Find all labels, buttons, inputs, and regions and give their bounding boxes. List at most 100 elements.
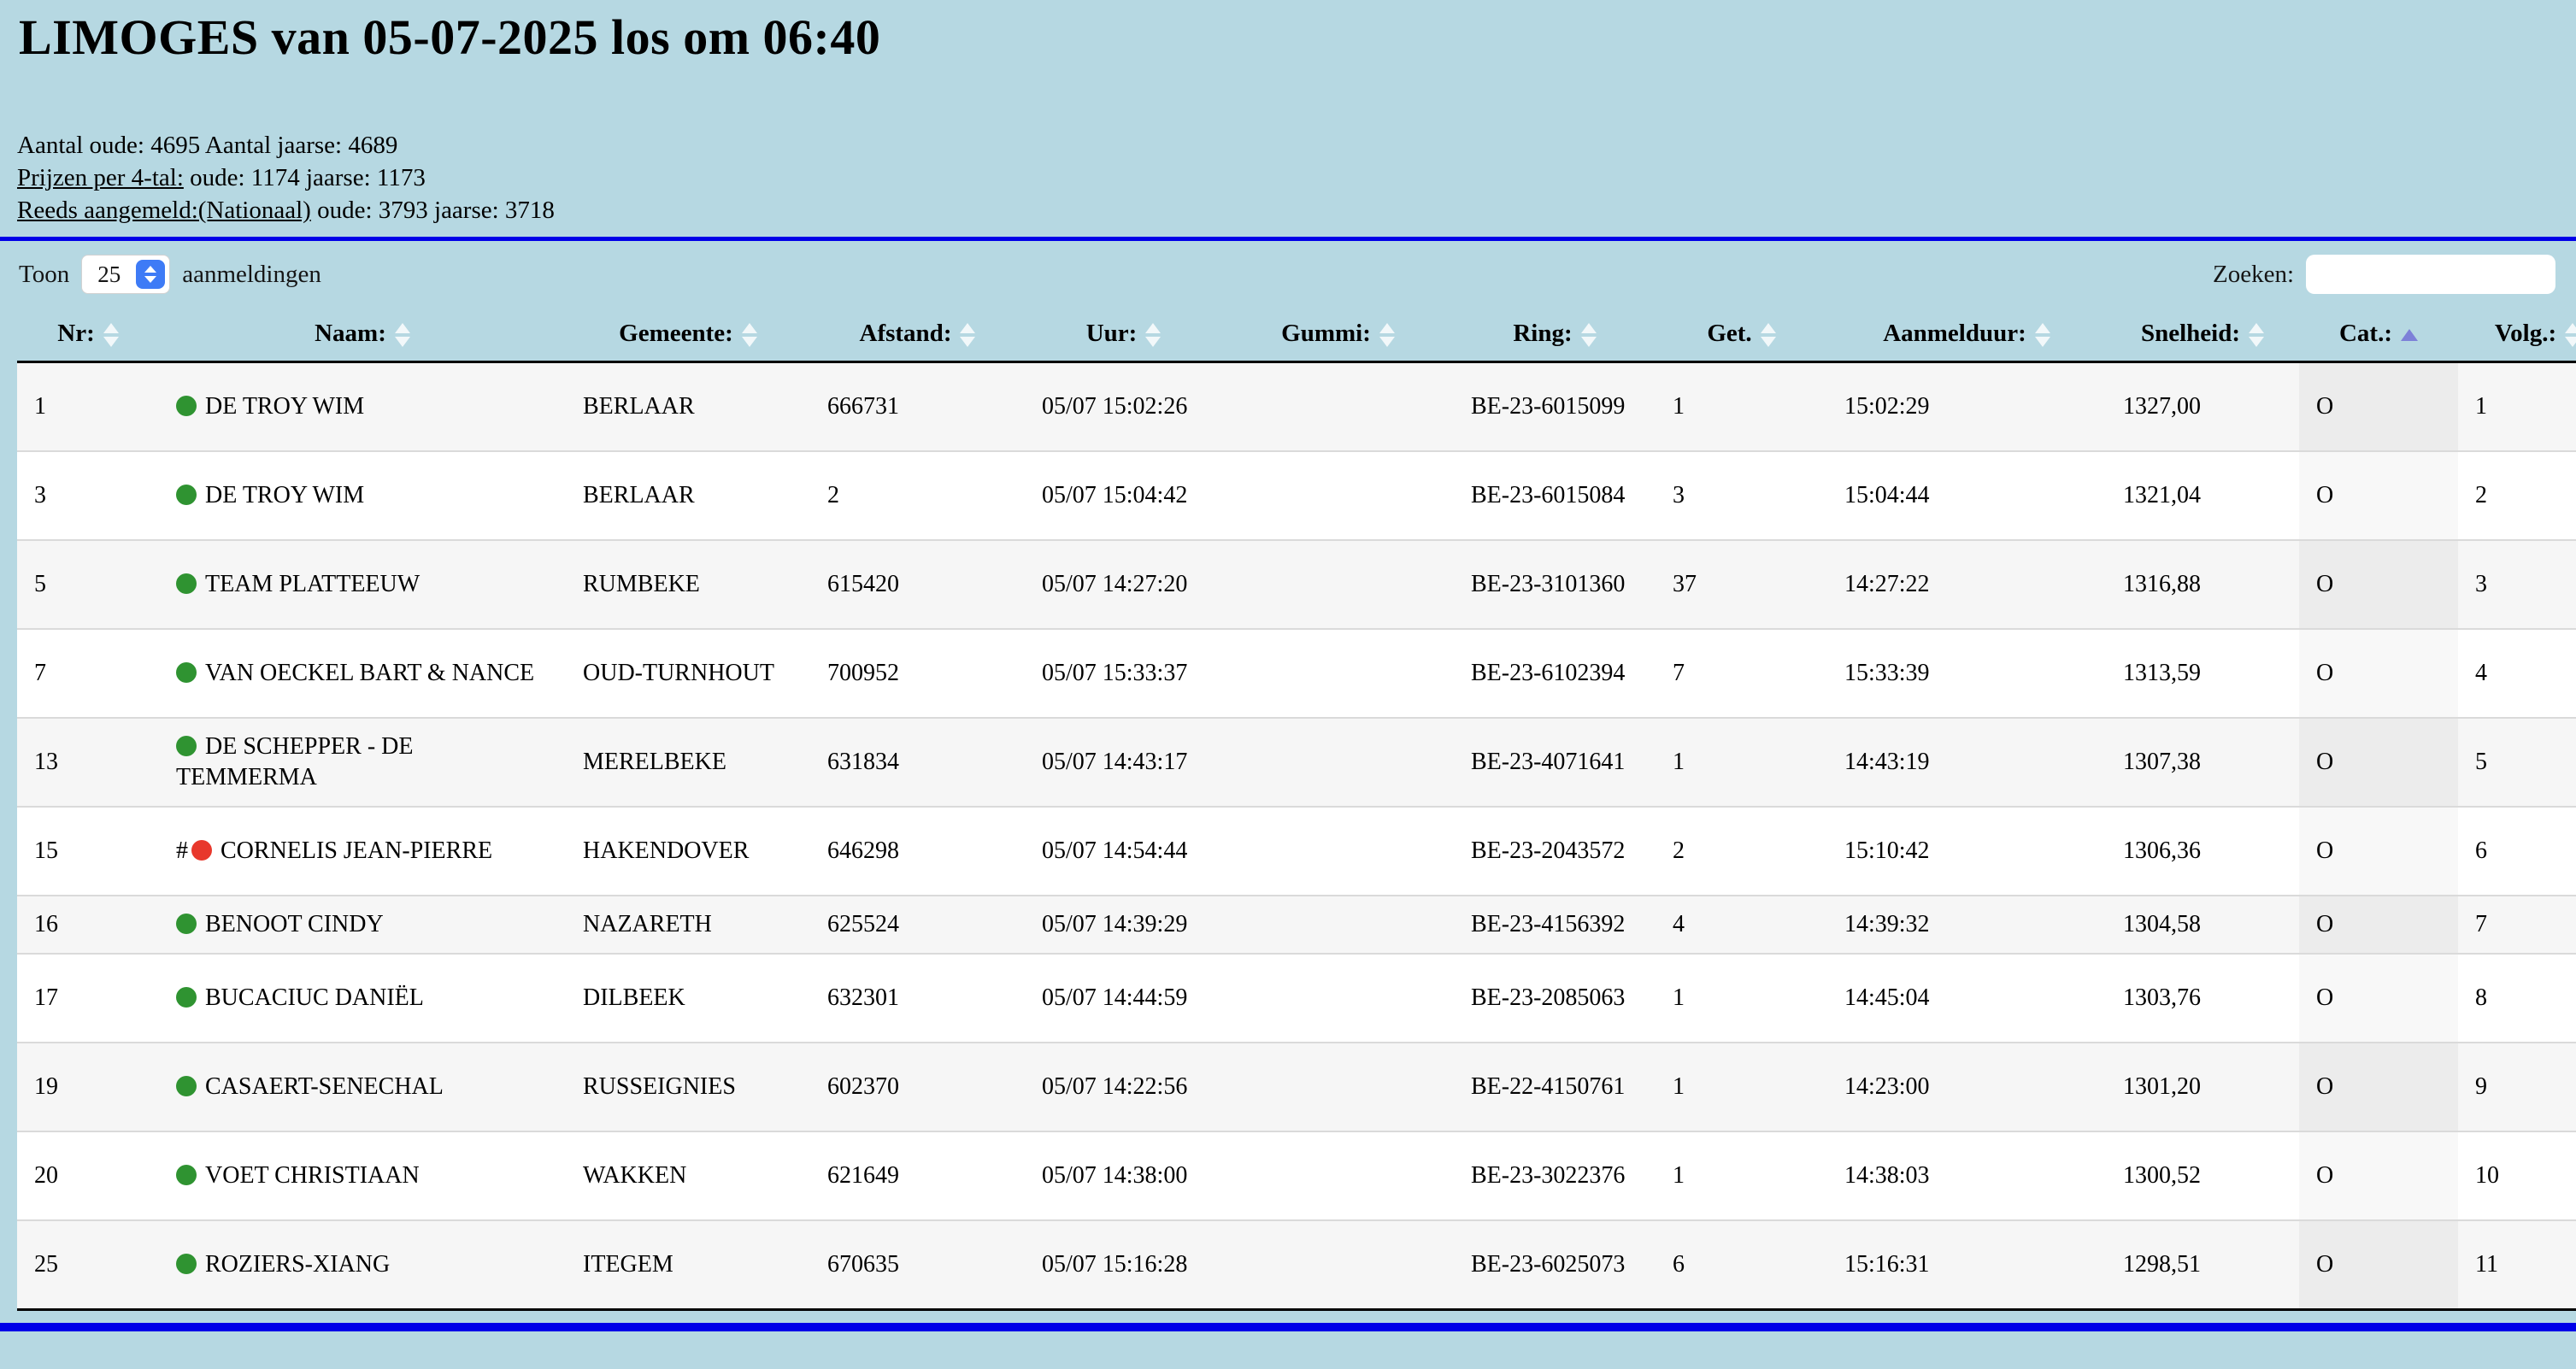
column-header-aanmelduur[interactable]: Aanmelduur: bbox=[1827, 309, 2106, 362]
table-row: 17BUCACIUC DANIËLDILBEEK63230105/07 14:4… bbox=[17, 954, 2576, 1043]
cell-volg: 11 bbox=[2458, 1220, 2576, 1310]
cell-get: 37 bbox=[1656, 540, 1827, 629]
cell-afstand: 621649 bbox=[810, 1131, 1025, 1220]
cell-volg: 10 bbox=[2458, 1131, 2576, 1220]
cell-snelheid: 1298,51 bbox=[2106, 1220, 2299, 1310]
table-toolbar: Toon 25 aanmeldingen Zoeken: bbox=[19, 255, 2555, 294]
cell-naam: VOET CHRISTIAAN bbox=[159, 1131, 566, 1220]
cell-ring: BE-23-6015099 bbox=[1454, 362, 1656, 452]
cell-gemeente: HAKENDOVER bbox=[566, 807, 810, 896]
table-row: 1DE TROY WIMBERLAAR66673105/07 15:02:26B… bbox=[17, 362, 2576, 452]
sort-icon bbox=[2035, 323, 2050, 347]
column-header-uur[interactable]: Uur: bbox=[1025, 309, 1222, 362]
column-header-gemeente[interactable]: Gemeente: bbox=[566, 309, 810, 362]
cell-afstand: 631834 bbox=[810, 718, 1025, 807]
cell-cat: O bbox=[2299, 1131, 2458, 1220]
cell-nr: 5 bbox=[17, 540, 159, 629]
cell-ring: BE-23-3101360 bbox=[1454, 540, 1656, 629]
cell-aanmelduur: 14:23:00 bbox=[1827, 1043, 2106, 1131]
cell-volg: 8 bbox=[2458, 954, 2576, 1043]
column-header-ring[interactable]: Ring: bbox=[1454, 309, 1656, 362]
cell-afstand: 700952 bbox=[810, 629, 1025, 718]
cell-uur: 05/07 14:22:56 bbox=[1025, 1043, 1222, 1131]
cell-nr: 20 bbox=[17, 1131, 159, 1220]
cell-gummi bbox=[1222, 807, 1454, 896]
column-header-label: Aanmelduur: bbox=[1883, 320, 2026, 347]
stat-text: oude: 3793 jaarse: 3718 bbox=[311, 197, 555, 224]
cell-gummi bbox=[1222, 896, 1454, 954]
column-header-label: Naam: bbox=[315, 320, 386, 347]
sort-icon bbox=[1581, 323, 1597, 347]
column-header-naam[interactable]: Naam: bbox=[159, 309, 566, 362]
cell-afstand: 602370 bbox=[810, 1043, 1025, 1131]
sort-icon bbox=[2249, 323, 2264, 347]
cell-naam: BENOOT CINDY bbox=[159, 896, 566, 954]
table-row: 3DE TROY WIMBERLAAR205/07 15:04:42BE-23-… bbox=[17, 451, 2576, 540]
column-header-gummi[interactable]: Gummi: bbox=[1222, 309, 1454, 362]
cell-cat: O bbox=[2299, 896, 2458, 954]
sort-icon bbox=[395, 323, 410, 347]
cell-cat: O bbox=[2299, 807, 2458, 896]
cell-afstand: 2 bbox=[810, 451, 1025, 540]
cell-aanmelduur: 14:43:19 bbox=[1827, 718, 2106, 807]
cell-cat: O bbox=[2299, 718, 2458, 807]
column-header-volg[interactable]: Volg.: bbox=[2458, 309, 2576, 362]
cell-snelheid: 1321,04 bbox=[2106, 451, 2299, 540]
cell-uur: 05/07 14:38:00 bbox=[1025, 1131, 1222, 1220]
cell-snelheid: 1303,76 bbox=[2106, 954, 2299, 1043]
cell-gummi bbox=[1222, 954, 1454, 1043]
column-header-label: Ring: bbox=[1513, 320, 1572, 347]
sort-icon bbox=[1145, 323, 1161, 347]
column-header-label: Gummi: bbox=[1281, 320, 1371, 347]
cell-aanmelduur: 15:10:42 bbox=[1827, 807, 2106, 896]
red-status-dot-icon bbox=[191, 840, 212, 861]
green-status-dot-icon bbox=[176, 662, 197, 683]
cell-cat: O bbox=[2299, 540, 2458, 629]
cell-gemeente: ITEGEM bbox=[566, 1220, 810, 1310]
green-status-dot-icon bbox=[176, 485, 197, 505]
table-header-row: Nr: Naam: Gemeente:Afstand:Uur: Gummi: Ring:… bbox=[17, 309, 2576, 362]
race-stats: Aantal oude: 4695 Aantal jaarse: 4689 Pr… bbox=[17, 129, 2576, 226]
column-header-snelheid[interactable]: Snelheid: bbox=[2106, 309, 2299, 362]
cell-aanmelduur: 14:38:03 bbox=[1827, 1131, 2106, 1220]
cell-nr: 7 bbox=[17, 629, 159, 718]
cell-uur: 05/07 15:33:37 bbox=[1025, 629, 1222, 718]
table-row: 16BENOOT CINDYNAZARETH62552405/07 14:39:… bbox=[17, 896, 2576, 954]
cell-gemeente: OUD-TURNHOUT bbox=[566, 629, 810, 718]
top-divider bbox=[0, 237, 2576, 241]
cell-volg: 5 bbox=[2458, 718, 2576, 807]
cell-naam: DE TROY WIM bbox=[159, 362, 566, 452]
cell-ring: BE-23-2043572 bbox=[1454, 807, 1656, 896]
cell-uur: 05/07 14:44:59 bbox=[1025, 954, 1222, 1043]
sort-asc-active-icon bbox=[2401, 329, 2418, 341]
cell-ring: BE-23-4071641 bbox=[1454, 718, 1656, 807]
column-header-nr[interactable]: Nr: bbox=[17, 309, 159, 362]
cell-afstand: 666731 bbox=[810, 362, 1025, 452]
cell-gummi bbox=[1222, 362, 1454, 452]
cell-ring: BE-23-3022376 bbox=[1454, 1131, 1656, 1220]
search-input[interactable] bbox=[2306, 255, 2555, 294]
cell-volg: 3 bbox=[2458, 540, 2576, 629]
column-header-get[interactable]: Get. bbox=[1656, 309, 1827, 362]
cell-snelheid: 1316,88 bbox=[2106, 540, 2299, 629]
column-header-afstand[interactable]: Afstand: bbox=[810, 309, 1025, 362]
cell-volg: 4 bbox=[2458, 629, 2576, 718]
cell-nr: 13 bbox=[17, 718, 159, 807]
fancier-name: VAN OECKEL BART & NANCE bbox=[205, 660, 534, 686]
show-entries-select[interactable]: 25 bbox=[81, 255, 170, 294]
marker-prefix: # bbox=[176, 837, 188, 864]
table-row: 19CASAERT-SENECHALRUSSEIGNIES60237005/07… bbox=[17, 1043, 2576, 1131]
cell-get: 7 bbox=[1656, 629, 1827, 718]
fancier-name: BENOOT CINDY bbox=[205, 911, 384, 937]
column-header-cat[interactable]: Cat.: bbox=[2299, 309, 2458, 362]
cell-nr: 3 bbox=[17, 451, 159, 540]
cell-uur: 05/07 14:39:29 bbox=[1025, 896, 1222, 954]
stat-line-aangemeld: Reeds aangemeld:(Nationaal) oude: 3793 j… bbox=[17, 194, 2576, 226]
cell-gummi bbox=[1222, 451, 1454, 540]
search-control: Zoeken: bbox=[2213, 255, 2555, 294]
cell-get: 1 bbox=[1656, 1043, 1827, 1131]
cell-afstand: 646298 bbox=[810, 807, 1025, 896]
cell-volg: 6 bbox=[2458, 807, 2576, 896]
search-label: Zoeken: bbox=[2213, 261, 2294, 289]
cell-gemeente: RUMBEKE bbox=[566, 540, 810, 629]
